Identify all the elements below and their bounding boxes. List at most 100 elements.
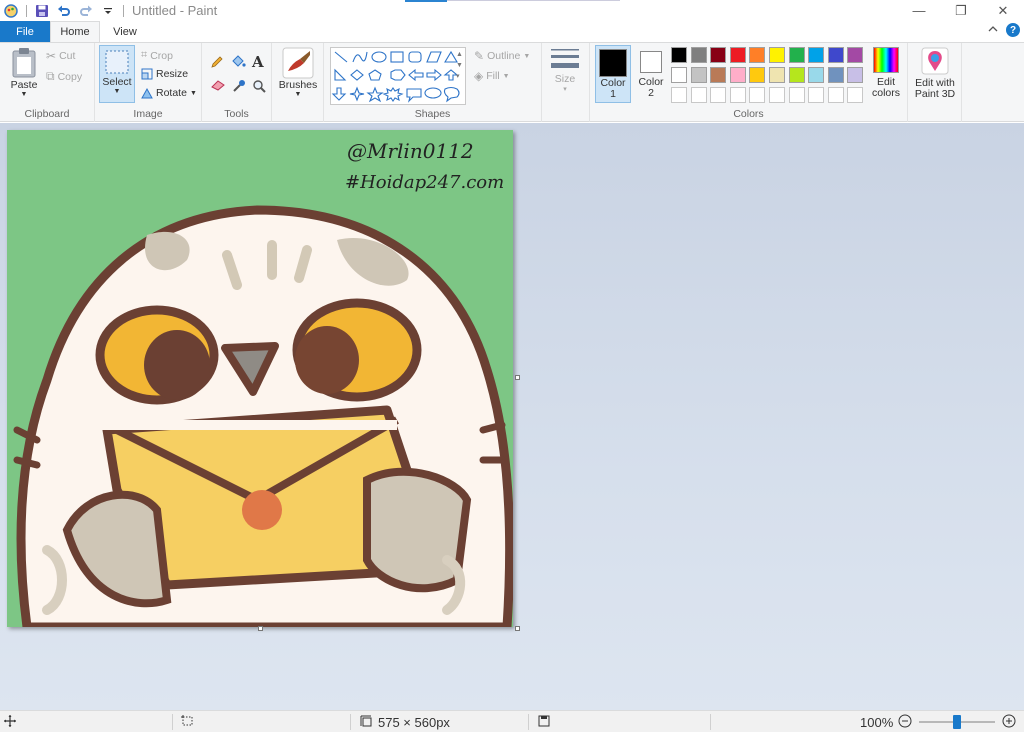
clipboard-group: Paste ▼ ✂ Cut ⧉ Copy Clipboard xyxy=(0,43,95,122)
outline-label: Outline xyxy=(487,50,521,62)
zoom-slider[interactable] xyxy=(919,715,996,729)
text-tool-icon[interactable]: A xyxy=(252,53,264,71)
tab-view[interactable]: View xyxy=(100,21,150,42)
zoom-slider-thumb[interactable] xyxy=(953,715,962,729)
palette-swatch[interactable] xyxy=(729,47,746,63)
collapse-ribbon-icon[interactable] xyxy=(988,24,998,36)
resize-handle-corner[interactable] xyxy=(515,626,520,631)
owl-artwork[interactable]: @Mrlin0112 #Hoidap247.com xyxy=(7,130,515,632)
palette-swatch[interactable] xyxy=(847,47,864,63)
edit-with-paint3d-button[interactable]: Edit with Paint 3D xyxy=(910,47,960,99)
canvas-workspace[interactable]: @Mrlin0112 #Hoidap247.com xyxy=(0,123,1024,710)
image-dimensions: 575 × 560px xyxy=(360,711,450,732)
select-button[interactable]: Select ▼ xyxy=(99,45,135,103)
shapes-icons xyxy=(331,50,460,103)
fill-button[interactable]: ◈ Fill ▼ xyxy=(474,69,510,83)
edit-colors-button[interactable]: Edit colors xyxy=(868,47,904,98)
shapes-scroll[interactable]: ▲ ▼ ▾ xyxy=(456,49,463,82)
custom-color-slot[interactable] xyxy=(690,87,707,103)
palette-swatch[interactable] xyxy=(671,67,687,83)
tab-home[interactable]: Home xyxy=(50,21,100,42)
custom-color-slot[interactable] xyxy=(710,87,727,103)
rotate-icon xyxy=(141,87,153,99)
paste-button[interactable]: Paste ▼ xyxy=(8,47,40,98)
zoom-in-icon[interactable] xyxy=(1002,714,1016,731)
eraser-icon[interactable] xyxy=(210,79,226,94)
outline-button[interactable]: ✎ Outline ▼ xyxy=(474,49,530,63)
palette-swatch[interactable] xyxy=(729,67,746,83)
redo-icon[interactable] xyxy=(78,3,94,19)
chevron-down-icon: ▼ xyxy=(523,52,531,60)
paint3d-group: Edit with Paint 3D xyxy=(908,43,962,122)
watermark-site: #Hoidap247.com xyxy=(345,172,504,193)
brushes-button[interactable]: Brushes ▼ xyxy=(278,47,318,98)
custom-color-slot[interactable] xyxy=(671,87,687,103)
select-rectangle-icon xyxy=(105,50,129,74)
help-icon[interactable]: ? xyxy=(1006,23,1020,37)
palette-swatch[interactable] xyxy=(808,67,825,83)
scissors-icon: ✂ xyxy=(46,49,57,63)
copy-button[interactable]: ⧉ Copy xyxy=(46,69,82,84)
undo-icon[interactable] xyxy=(56,3,72,19)
cut-button[interactable]: ✂ Cut xyxy=(46,49,75,63)
palette-swatch[interactable] xyxy=(769,47,785,63)
palette-swatch[interactable] xyxy=(788,67,805,83)
palette-swatch[interactable] xyxy=(827,47,844,63)
palette-swatch[interactable] xyxy=(827,67,844,83)
color1-button[interactable]: Color 1 xyxy=(595,45,631,103)
color-picker-icon[interactable] xyxy=(232,79,246,96)
drawing-canvas[interactable]: @Mrlin0112 #Hoidap247.com xyxy=(7,130,515,632)
palette-swatch[interactable] xyxy=(690,47,707,63)
magnifier-icon[interactable] xyxy=(252,79,266,96)
crop-button[interactable]: ⌗ Crop xyxy=(141,49,173,62)
custom-color-slot[interactable] xyxy=(827,87,844,103)
palette-swatch[interactable] xyxy=(847,67,864,83)
rainbow-palette-icon xyxy=(873,47,899,73)
shapes-gallery[interactable] xyxy=(330,47,466,105)
zoom-out-icon[interactable] xyxy=(898,714,912,731)
separator xyxy=(123,4,124,17)
custom-color-slot[interactable] xyxy=(749,87,766,103)
save-icon[interactable] xyxy=(34,3,50,19)
custom-color-slot[interactable] xyxy=(769,87,785,103)
color1-swatch xyxy=(599,49,627,77)
status-divider xyxy=(350,714,351,730)
custom-color-slot[interactable] xyxy=(788,87,805,103)
custom-color-slot[interactable] xyxy=(847,87,864,103)
resize-handle-bottom[interactable] xyxy=(258,626,263,631)
customize-toolbar-icon[interactable] xyxy=(100,3,116,19)
palette-swatch[interactable] xyxy=(749,67,766,83)
fill-bucket-icon[interactable] xyxy=(230,55,246,72)
palette-swatch[interactable] xyxy=(710,67,727,83)
rotate-label: Rotate xyxy=(156,87,187,99)
copy-icon: ⧉ xyxy=(46,69,55,83)
palette-swatch[interactable] xyxy=(749,47,766,63)
palette-swatch[interactable] xyxy=(671,47,687,63)
rotate-button[interactable]: Rotate ▼ xyxy=(141,87,197,99)
custom-color-slot[interactable] xyxy=(808,87,825,103)
minimize-button[interactable]: — xyxy=(898,0,940,21)
palette-swatch[interactable] xyxy=(808,47,825,63)
palette-swatch[interactable] xyxy=(769,67,785,83)
close-button[interactable]: ✕ xyxy=(982,0,1024,21)
chevron-down-icon: ▼ xyxy=(502,72,510,80)
custom-color-slot[interactable] xyxy=(729,87,746,103)
tab-file[interactable]: File xyxy=(0,21,50,42)
resize-handle-right[interactable] xyxy=(515,375,520,380)
size-button[interactable]: Size ▾ xyxy=(546,47,584,93)
ribbon-tabs: File Home View ? xyxy=(0,21,1024,42)
file-size xyxy=(538,711,550,732)
palette-swatch[interactable] xyxy=(788,47,805,63)
color2-button[interactable]: Color 2 xyxy=(634,45,668,103)
outline-icon: ✎ xyxy=(474,49,485,63)
palette-swatch[interactable] xyxy=(710,47,727,63)
restore-button[interactable]: ❐ xyxy=(940,0,982,21)
selection-icon xyxy=(181,714,194,730)
pencil-icon[interactable] xyxy=(210,55,224,72)
palette-swatch[interactable] xyxy=(690,67,707,83)
colors-group: Color 1 Color 2 Edit colors Colors xyxy=(589,43,908,122)
resize-button[interactable]: Resize xyxy=(141,68,188,80)
separator xyxy=(26,4,27,17)
color2-swatch xyxy=(640,51,662,73)
paint-app-icon[interactable] xyxy=(3,3,19,19)
